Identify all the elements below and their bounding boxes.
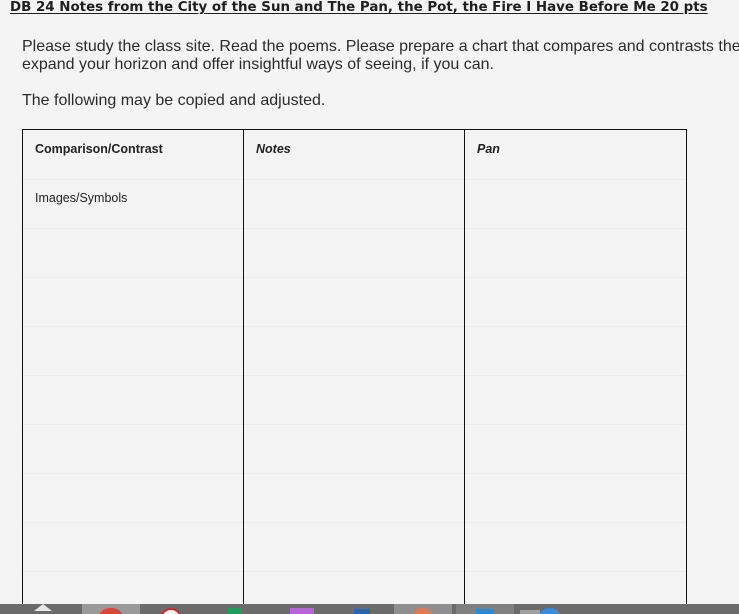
instructions-paragraph: Please study the class site. Read the po…	[22, 38, 739, 74]
table-row-divider	[23, 473, 686, 474]
table-row-divider	[23, 375, 686, 376]
chat-icon[interactable]	[534, 604, 564, 614]
instructions-line-1: Please study the class site. Read the po…	[22, 38, 739, 55]
show-hidden-icons-icon[interactable]	[34, 604, 52, 611]
table-column-divider	[243, 130, 244, 609]
media-icon[interactable]	[456, 604, 514, 614]
table-row-divider	[23, 571, 686, 572]
header-pan[interactable]: Pan	[477, 142, 500, 156]
taskbar	[0, 604, 739, 614]
browser-icon[interactable]	[394, 604, 452, 614]
header-notes[interactable]: Notes	[256, 142, 291, 156]
table-row-divider	[23, 424, 686, 425]
comparison-table: Comparison/Contrast Notes Pan Images/Sym…	[22, 129, 687, 609]
table-row-divider	[23, 179, 686, 180]
table-row-divider	[23, 277, 686, 278]
chrome-icon[interactable]	[82, 604, 140, 614]
page-title: DB 24 Notes from the City of the Sun and…	[10, 0, 708, 15]
table-column-divider	[464, 130, 465, 609]
header-comparison-contrast[interactable]: Comparison/Contrast	[35, 142, 163, 156]
table-row-divider	[23, 228, 686, 229]
table-row-divider	[23, 326, 686, 327]
sheets-icon[interactable]	[228, 604, 244, 614]
opera-icon[interactable]	[158, 604, 186, 614]
app-icon[interactable]	[290, 604, 314, 614]
instructions-line-2: expand your horizon and offer insightful…	[22, 56, 494, 73]
copy-note: The following may be copied and adjusted…	[22, 92, 326, 109]
table-cell-images-symbols[interactable]: Images/Symbols	[35, 191, 127, 205]
word-icon[interactable]	[352, 604, 374, 614]
table-row-divider	[23, 522, 686, 523]
